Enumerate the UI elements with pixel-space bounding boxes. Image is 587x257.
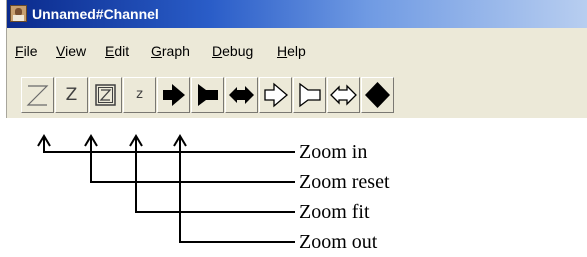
zoom-reset-callout-line bbox=[90, 136, 295, 183]
zoom-reset-annotation: Zoom reset bbox=[299, 171, 390, 193]
zoom-in-callout-line bbox=[43, 136, 295, 153]
zoom-fit-annotation: Zoom fit bbox=[299, 201, 370, 223]
zoom-in-annotation: Zoom in bbox=[299, 141, 368, 163]
zoom-fit-callout-line bbox=[135, 136, 295, 213]
annotation-lines bbox=[37, 134, 295, 243]
zoom-out-annotation: Zoom out bbox=[299, 231, 378, 253]
